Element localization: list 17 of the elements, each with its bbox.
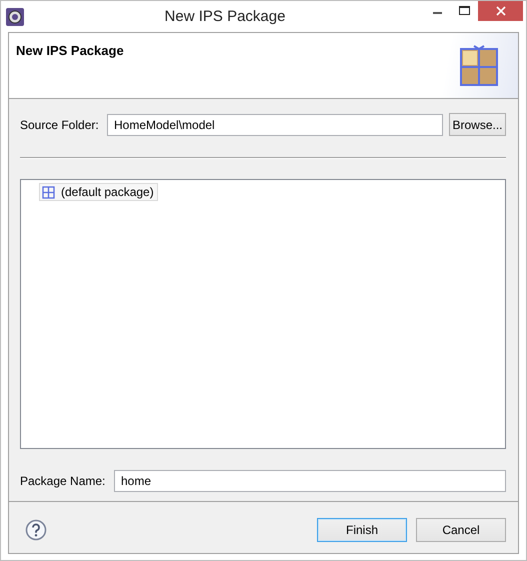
gift-box-icon	[460, 45, 500, 87]
tree-item[interactable]: (default package)	[39, 183, 158, 201]
close-icon	[496, 6, 506, 16]
dialog-button[interactable]: Finish	[317, 518, 407, 542]
package-name-field[interactable]: home	[114, 470, 506, 492]
package-name-label: Package Name:	[20, 474, 106, 488]
app-icon[interactable]	[4, 6, 26, 28]
banner-title: New IPS Package	[16, 43, 124, 60]
browse-button[interactable]: Browse...	[449, 113, 506, 136]
window-title: New IPS Package	[164, 8, 286, 25]
help-icon[interactable]	[25, 518, 47, 540]
source-folder-label: Source Folder:	[20, 118, 100, 132]
close-button[interactable]	[478, 1, 523, 21]
source-folder-field[interactable]: HomeModel\model	[107, 114, 443, 136]
maximize-icon[interactable]	[459, 6, 470, 16]
package-icon	[42, 186, 55, 198]
dialog-button[interactable]: Cancel	[416, 518, 506, 542]
